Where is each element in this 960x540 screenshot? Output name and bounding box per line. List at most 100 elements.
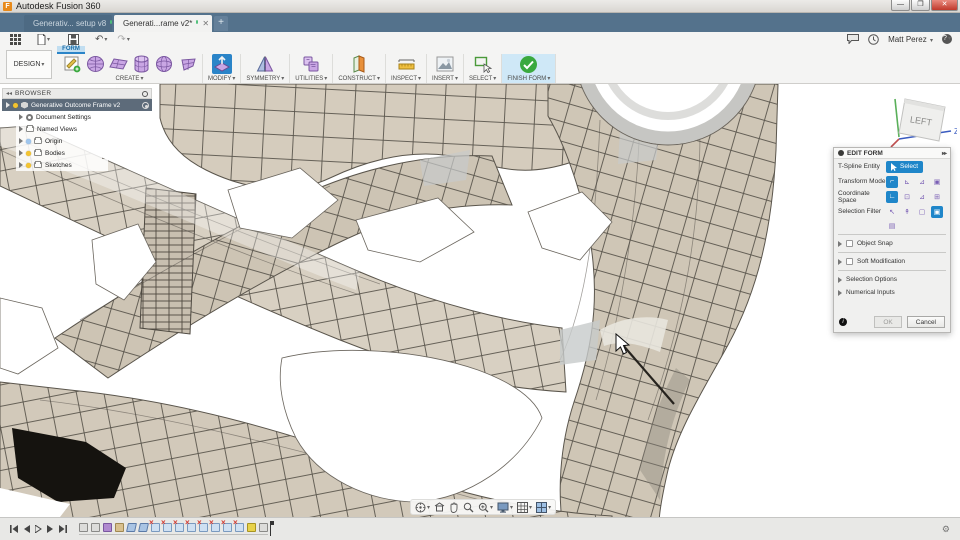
timeline-feature-error[interactable] <box>209 518 220 532</box>
fit-icon[interactable] <box>478 502 493 513</box>
filter-face-icon[interactable]: ▢ <box>916 206 928 218</box>
plane-primitive-icon[interactable] <box>108 54 128 74</box>
timeline-feature-error[interactable] <box>149 518 160 532</box>
document-tab-frame[interactable]: Generati...rame v2* ✕ <box>114 15 212 32</box>
transform-scale-icon[interactable]: ▣ <box>931 176 943 188</box>
document-tab-setup[interactable]: Generativ... setup v8 ✕ <box>24 15 123 32</box>
viewport-3d[interactable]: ◂◂ BROWSER Generative Outcome Frame v2 D… <box>0 84 960 517</box>
cylinder-primitive-icon[interactable] <box>131 54 151 74</box>
browser-item-named-views[interactable]: Named Views <box>16 123 116 135</box>
timeline-feature-error[interactable] <box>161 518 172 532</box>
group-label[interactable]: MODIFY <box>208 74 235 83</box>
mirror-symmetry-icon[interactable] <box>255 54 275 74</box>
timeline-feature-plane[interactable] <box>138 523 149 532</box>
go-to-start-icon[interactable] <box>10 520 18 538</box>
coord-local-per-entity-icon[interactable]: ⊞ <box>931 191 943 203</box>
group-label[interactable]: INSERT <box>432 74 458 83</box>
workspace-switcher[interactable]: DESIGN <box>6 50 52 79</box>
visibility-bulb-icon[interactable] <box>26 138 31 144</box>
timeline-feature-error[interactable] <box>221 518 232 532</box>
group-label[interactable]: CREATE <box>116 74 144 83</box>
group-label[interactable]: SYMMETRY <box>246 74 284 83</box>
cancel-button[interactable]: Cancel <box>906 316 945 328</box>
convert-utility-icon[interactable] <box>301 54 321 74</box>
create-form-icon[interactable] <box>62 54 82 74</box>
undo-icon[interactable]: ↶ <box>95 34 107 45</box>
timeline-feature-error[interactable] <box>185 518 196 532</box>
browser-item-origin[interactable]: Origin <box>16 135 102 147</box>
visibility-bulb-icon[interactable] <box>13 102 18 108</box>
save-icon[interactable] <box>68 33 80 45</box>
timeline-feature-flag[interactable] <box>247 523 256 532</box>
measure-icon[interactable] <box>396 54 416 74</box>
expand-icon[interactable] <box>838 240 842 247</box>
browser-item-sketches[interactable]: Sketches <box>16 159 108 171</box>
job-status-clock-icon[interactable] <box>868 33 879 45</box>
browser-item-document-settings[interactable]: Document Settings <box>16 111 134 123</box>
expand-icon[interactable] <box>6 102 10 108</box>
group-label[interactable]: UTILITIES <box>295 74 327 83</box>
expand-icon[interactable] <box>19 114 23 120</box>
expand-icon[interactable] <box>19 138 23 144</box>
file-menu-icon[interactable] <box>37 33 50 45</box>
group-label[interactable]: FINISH FORM <box>507 74 550 83</box>
edit-form-icon[interactable] <box>211 54 232 74</box>
expand-icon[interactable] <box>19 150 23 156</box>
help-icon[interactable]: ? <box>942 34 952 44</box>
coord-view-icon[interactable]: ⊡ <box>901 191 913 203</box>
select-window-icon[interactable] <box>473 54 493 74</box>
group-label[interactable]: INSPECT <box>391 74 421 83</box>
soft-modification-checkbox[interactable] <box>846 258 853 265</box>
section-numerical-inputs[interactable]: Numerical Inputs <box>834 286 950 299</box>
filter-edge-icon[interactable]: ↟ <box>901 206 913 218</box>
object-snap-checkbox[interactable] <box>846 240 853 247</box>
activate-component-icon[interactable] <box>142 101 149 109</box>
timeline-position-marker[interactable] <box>270 521 274 536</box>
visibility-bulb-icon[interactable] <box>26 162 31 168</box>
browser-header[interactable]: ◂◂ BROWSER <box>2 88 152 99</box>
minimize-button[interactable]: — <box>891 0 910 11</box>
display-settings-icon[interactable] <box>142 90 148 97</box>
app-grid-icon[interactable] <box>10 33 21 45</box>
timeline-feature-base[interactable] <box>115 523 124 532</box>
close-tab-icon[interactable]: ✕ <box>202 19 209 28</box>
section-soft-modification[interactable]: Soft Modification <box>834 255 950 268</box>
select-entity-button[interactable]: Select <box>886 160 924 173</box>
timeline-feature-error[interactable] <box>233 518 244 532</box>
comment-icon[interactable] <box>847 34 860 44</box>
timeline-settings-gear-icon[interactable]: ⚙ <box>942 524 950 535</box>
timeline-feature-plane[interactable] <box>126 523 137 532</box>
timeline-feature-form[interactable] <box>259 523 268 532</box>
form-context-tab[interactable]: FORM <box>57 46 85 54</box>
timeline-feature-form[interactable] <box>79 523 88 532</box>
transform-single-icon[interactable]: ⌐ <box>886 175 898 188</box>
browser-root-item[interactable]: Generative Outcome Frame v2 <box>2 99 152 111</box>
quadball-primitive-icon[interactable] <box>177 54 197 74</box>
filter-vertex-icon[interactable]: ↖ <box>886 206 898 218</box>
transform-multi-icon[interactable]: ⊾ <box>901 176 913 188</box>
expand-dialog-icon[interactable]: ▸▸ <box>942 150 947 157</box>
coord-world-icon[interactable]: ∟ <box>886 190 898 203</box>
browser-item-bodies[interactable]: Bodies <box>16 147 102 159</box>
filter-body-icon[interactable]: ▣ <box>931 205 943 218</box>
viewports-icon[interactable] <box>536 501 551 513</box>
construct-plane-icon[interactable] <box>349 54 369 74</box>
display-settings-icon[interactable] <box>497 502 513 513</box>
box-primitive-icon[interactable] <box>85 54 105 74</box>
restore-button[interactable]: ❐ <box>911 0 930 11</box>
go-to-end-icon[interactable] <box>59 520 67 538</box>
timeline-feature-form-current[interactable] <box>103 523 112 532</box>
expand-icon[interactable] <box>19 162 23 168</box>
timeline-feature-form[interactable] <box>91 523 100 532</box>
transform-rotate-icon[interactable]: ⊿ <box>916 176 928 188</box>
dialog-header[interactable]: EDIT FORM ▸▸ <box>834 148 950 159</box>
play-icon[interactable] <box>34 520 42 538</box>
orbit-icon[interactable] <box>415 502 430 513</box>
step-back-icon[interactable] <box>23 520 30 538</box>
pan-icon[interactable] <box>449 502 459 513</box>
group-label[interactable]: CONSTRUCT <box>338 74 380 83</box>
timeline-feature-error[interactable] <box>173 518 184 532</box>
group-label[interactable]: SELECT <box>469 74 496 83</box>
section-selection-options[interactable]: Selection Options <box>834 273 950 286</box>
expand-icon[interactable] <box>838 289 842 296</box>
